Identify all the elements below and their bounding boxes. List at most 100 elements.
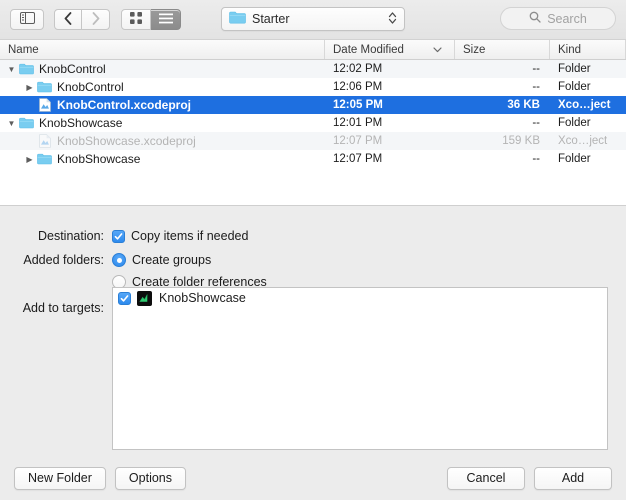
file-name-label: KnobControl.xcodeproj <box>57 98 191 112</box>
disclosure-triangle-open-icon[interactable]: ▼ <box>5 119 18 128</box>
file-size-cell: 159 KB <box>502 135 540 147</box>
file-date-cell: 12:07 PM <box>333 153 383 165</box>
file-list[interactable]: ▼ KnobControl 12:02 PM -- Folder ▶ KnobControl… <box>0 60 626 205</box>
forward-button[interactable] <box>82 9 110 30</box>
file-date-cell: 12:05 PM <box>333 99 383 111</box>
table-row[interactable]: ▶ KnobControl 12:06 PM -- Folder <box>0 78 626 96</box>
path-popup-label: Starter <box>252 12 290 26</box>
file-date-cell: 12:07 PM <box>333 135 383 147</box>
file-size-cell: -- <box>532 117 540 129</box>
file-kind-cell: Xco…ject <box>558 99 611 111</box>
table-row[interactable]: KnobControl.xcodeproj 12:05 PM 36 KB Xco…je… <box>0 96 626 114</box>
file-name-label: KnobShowcase <box>57 152 141 166</box>
column-header-date-label: Date Modified <box>333 43 404 56</box>
add-to-targets-label: Add to targets: <box>22 301 104 315</box>
added-folders-label: Added folders: <box>23 253 104 267</box>
table-row[interactable]: KnobShowcase.xcodeproj 12:07 PM 159 KB Xco…… <box>0 132 626 150</box>
file-date-cell: 12:02 PM <box>333 63 383 75</box>
folder-icon <box>18 63 35 75</box>
xcodeproj-icon <box>36 134 53 148</box>
copy-items-label: Copy items if needed <box>131 229 249 243</box>
file-name-cell: KnobControl.xcodeproj <box>0 98 325 112</box>
chevron-down-icon <box>433 45 442 55</box>
sidebar-icon <box>19 12 35 27</box>
folder-icon <box>36 81 53 93</box>
options-pane: Destination: Copy items if needed Added … <box>0 206 626 456</box>
added-folders-radio-group: Create groups Create folder references <box>112 252 267 290</box>
checkbox-box <box>112 229 125 243</box>
destination-label: Destination: <box>37 229 104 243</box>
target-checkbox[interactable] <box>118 291 131 305</box>
folder-icon <box>18 117 35 129</box>
checkmark-icon <box>114 232 123 240</box>
search-input[interactable]: Search <box>500 7 616 30</box>
create-groups-label: Create groups <box>132 253 212 267</box>
disclosure-triangle-open-icon[interactable]: ▼ <box>5 65 18 74</box>
disclosure-triangle-closed-icon[interactable]: ▶ <box>23 83 36 92</box>
column-header-name-label: Name <box>8 43 39 56</box>
list-item[interactable]: KnobShowcase <box>113 288 607 308</box>
file-name-cell: ▼ KnobControl <box>0 62 325 76</box>
file-size-cell: -- <box>532 81 540 93</box>
file-name-label: KnobShowcase.xcodeproj <box>57 134 196 148</box>
file-kind-cell: Folder <box>558 153 591 165</box>
add-button[interactable]: Add <box>534 466 612 490</box>
path-popup-button[interactable]: Starter <box>221 7 405 31</box>
column-header-kind[interactable]: Kind <box>550 40 626 59</box>
options-button[interactable]: Options <box>114 466 187 490</box>
confirm-button-group: Cancel Add <box>447 466 612 490</box>
file-name-cell: KnobShowcase.xcodeproj <box>0 134 325 148</box>
search-icon <box>529 11 541 26</box>
column-header-row: Name Date Modified Size Kind <box>0 39 626 60</box>
file-date-cell: 12:06 PM <box>333 81 383 93</box>
list-view-icon <box>158 13 173 27</box>
add-files-dialog: Starter Search Name Date Modified Size K… <box>0 0 626 500</box>
file-name-label: KnobControl <box>57 80 124 94</box>
file-name-label: KnobShowcase <box>39 116 123 130</box>
view-mode-button-group <box>121 9 181 30</box>
chevron-right-icon <box>92 11 100 28</box>
grid-view-icon <box>130 12 142 27</box>
file-size-cell: -- <box>532 63 540 75</box>
file-kind-cell: Xco…ject <box>558 135 608 147</box>
create-groups-radio[interactable]: Create groups <box>112 252 267 268</box>
xcode-target-icon <box>137 290 152 306</box>
updown-chevron-icon <box>388 11 397 28</box>
file-date-cell: 12:01 PM <box>333 117 383 129</box>
column-header-size[interactable]: Size <box>455 40 550 59</box>
file-name-label: KnobControl <box>39 62 106 76</box>
targets-list[interactable]: KnobShowcase <box>112 287 608 450</box>
list-view-button[interactable] <box>151 9 181 30</box>
column-header-date-modified[interactable]: Date Modified <box>325 40 455 59</box>
table-row[interactable]: ▶ KnobShowcase 12:07 PM -- Folder <box>0 150 626 168</box>
folder-icon <box>229 11 246 27</box>
table-row[interactable]: ▼ KnobControl 12:02 PM -- Folder <box>0 60 626 78</box>
search-placeholder: Search <box>547 11 587 26</box>
new-folder-button[interactable]: New Folder <box>14 466 106 490</box>
back-button[interactable] <box>54 9 82 30</box>
radio-circle <box>112 253 126 267</box>
column-header-name[interactable]: Name <box>0 40 325 59</box>
bottom-button-bar: New Folder Options Cancel Add <box>0 456 626 500</box>
folder-icon <box>36 153 53 165</box>
chevron-left-icon <box>64 11 72 28</box>
file-name-cell: ▼ KnobShowcase <box>0 116 325 130</box>
file-size-cell: -- <box>532 153 540 165</box>
column-header-size-label: Size <box>463 43 486 56</box>
table-row[interactable]: ▼ KnobShowcase 12:01 PM -- Folder <box>0 114 626 132</box>
file-kind-cell: Folder <box>558 63 591 75</box>
file-kind-cell: Folder <box>558 81 591 93</box>
cancel-button[interactable]: Cancel <box>447 466 525 490</box>
radio-dot <box>116 257 122 263</box>
file-name-cell: ▶ KnobShowcase <box>0 152 325 166</box>
sidebar-toggle-button[interactable] <box>10 9 44 30</box>
file-size-cell: 36 KB <box>507 99 540 111</box>
navigation-button-group <box>54 9 110 30</box>
destination-row: Destination: Copy items if needed <box>0 228 626 244</box>
icon-view-button[interactable] <box>121 9 151 30</box>
added-folders-row: Added folders: Create groups Create fold… <box>0 252 626 290</box>
file-name-cell: ▶ KnobControl <box>0 80 325 94</box>
copy-items-checkbox[interactable]: Copy items if needed <box>112 228 248 244</box>
disclosure-triangle-closed-icon[interactable]: ▶ <box>23 155 36 164</box>
xcodeproj-icon <box>36 98 53 112</box>
